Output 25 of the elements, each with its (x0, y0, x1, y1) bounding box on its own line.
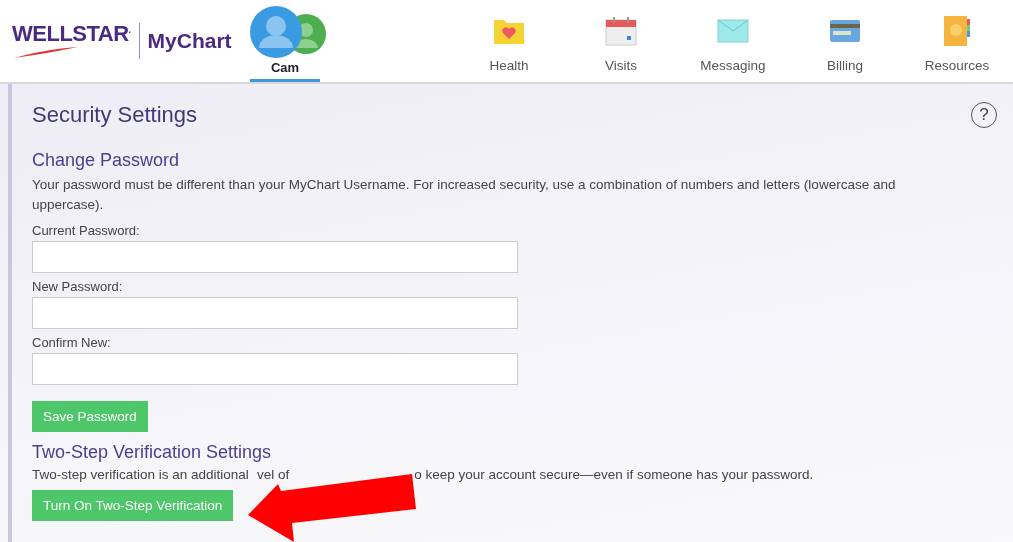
password-instructions: Your password must be different than your MyChart Username. For increased security, use a combination of numbers and letters (lowercase and uppercase). (32, 176, 897, 214)
verification-description: o keep your account secure—even if someone has your password. (414, 467, 814, 482)
field-label: New Password: (32, 279, 124, 294)
verification-description: vel of (256, 467, 290, 482)
field-label: Current Password: (32, 223, 141, 238)
envelope-icon (717, 19, 749, 43)
page-title: Security Settings (32, 102, 198, 128)
section-heading: Two-Step Verification Settings (32, 442, 273, 463)
field-label: Confirm New: (32, 335, 112, 350)
verification-description: Two-step verification is an additional (32, 467, 249, 482)
product-logo-text: MyChart (147, 29, 232, 53)
calendar-icon (605, 16, 637, 46)
nav-item[interactable]: Health (453, 0, 565, 82)
section-heading: Change Password (32, 150, 181, 171)
heart-folder-icon (493, 17, 525, 45)
nav-item[interactable]: Messaging (677, 0, 789, 82)
account-switcher[interactable]: Cam (250, 0, 320, 82)
password-field[interactable] (32, 353, 518, 385)
nav-item[interactable]: Resources (901, 0, 1013, 82)
credit-card-icon (829, 19, 861, 43)
brand-logo-text: WELLSTAR$^{.}$ (12, 23, 131, 45)
nav-item[interactable]: Visits (565, 0, 677, 82)
password-field[interactable] (32, 297, 518, 329)
nav-item[interactable]: Billing (789, 0, 901, 82)
password-field[interactable] (32, 241, 518, 273)
